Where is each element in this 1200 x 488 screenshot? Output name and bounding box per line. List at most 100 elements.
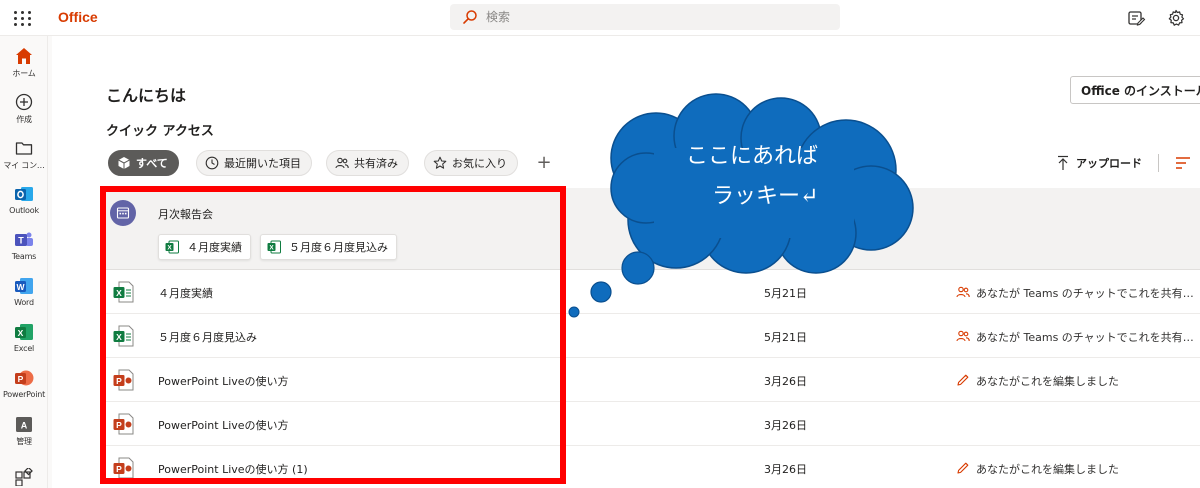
- file-row[interactable]: P PowerPoint Liveの使い方 3月26日 あなたがこれを編集しまし…: [100, 358, 1200, 402]
- rail-item-my-content[interactable]: マイ コン…: [0, 132, 48, 176]
- file-date: 3月26日: [764, 463, 807, 476]
- rail-item-label: ホーム: [12, 69, 36, 78]
- rail-item-label: 作成: [16, 115, 32, 124]
- folder-icon: [15, 142, 33, 155]
- svg-text:X: X: [18, 328, 24, 338]
- rail-item-label: PowerPoint: [2, 390, 46, 399]
- svg-text:T: T: [18, 236, 24, 246]
- rail-item-outlook[interactable]: Outlook: [0, 178, 48, 222]
- upload-button[interactable]: アップロード: [1056, 152, 1142, 174]
- filter-recent[interactable]: 最近開いた項目: [196, 150, 312, 176]
- filter-favorites[interactable]: お気に入り: [424, 150, 518, 176]
- rail-item-word[interactable]: W Word: [0, 270, 48, 314]
- admin-icon: A: [16, 417, 32, 432]
- chip-label: ４月度実績: [187, 241, 242, 254]
- file-activity: あなたがこれを編集しました: [976, 375, 1119, 388]
- svg-text:P: P: [116, 420, 122, 430]
- upload-icon: [1058, 155, 1068, 170]
- callout-text-line2: ラッキー↵: [712, 184, 819, 209]
- pencil-icon: [957, 462, 969, 474]
- create-icon: [15, 93, 33, 111]
- people-icon: [335, 157, 349, 169]
- upload-label: アップロード: [1076, 157, 1142, 170]
- cube-icon: [118, 157, 130, 169]
- meeting-file-chip[interactable]: X ４月度実績: [158, 234, 251, 260]
- app-launcher-icon[interactable]: [12, 8, 34, 28]
- rail-item-label: マイ コン…: [3, 161, 45, 170]
- file-row[interactable]: X ５月度６月度見込み 5月21日 あなたが Teams のチャットでこれを共有…: [100, 314, 1200, 358]
- chip-label: ５月度６月度見込み: [289, 241, 388, 254]
- rail-item-label: Word: [14, 298, 34, 307]
- greeting-heading: こんにちは: [106, 86, 187, 105]
- search-icon: [463, 10, 477, 24]
- file-name: PowerPoint Liveの使い方 (1): [158, 463, 308, 476]
- rail-item-excel[interactable]: X Excel: [0, 316, 48, 360]
- svg-text:X: X: [269, 245, 274, 252]
- excel-file-icon: X: [165, 240, 179, 254]
- file-row[interactable]: P PowerPoint Liveの使い方 3月26日: [100, 402, 1200, 446]
- office-brand[interactable]: Office: [58, 9, 98, 25]
- powerpoint-file-icon: P: [113, 413, 134, 435]
- rail-item-label: Teams: [11, 252, 37, 261]
- star-icon: [433, 156, 447, 169]
- excel-file-icon: X: [267, 240, 281, 254]
- file-name: PowerPoint Liveの使い方: [158, 419, 289, 432]
- powerpoint-file-icon: P: [113, 457, 134, 479]
- svg-text:P: P: [116, 464, 122, 474]
- add-filter-button[interactable]: +: [534, 150, 554, 176]
- svg-text:X: X: [167, 245, 172, 252]
- file-row[interactable]: P PowerPoint Liveの使い方 (1) 3月26日 あなたがこれを編…: [100, 446, 1200, 488]
- excel-icon: X: [15, 324, 33, 340]
- svg-text:W: W: [16, 282, 25, 292]
- search-input[interactable]: [486, 8, 826, 26]
- file-name: PowerPoint Liveの使い方: [158, 375, 289, 388]
- feedback-icon[interactable]: [1126, 8, 1146, 28]
- clock-icon: [205, 156, 219, 170]
- rail-item-admin[interactable]: A 管理: [0, 408, 48, 452]
- sort-icon[interactable]: [1174, 154, 1192, 172]
- rail-item-teams[interactable]: T Teams: [0, 224, 48, 268]
- people-icon: [956, 286, 970, 298]
- file-activity: あなたが Teams のチャットでこれを共有しました: [976, 331, 1200, 344]
- outlook-icon: [15, 187, 33, 201]
- powerpoint-file-icon: P: [113, 369, 134, 391]
- svg-text:A: A: [21, 421, 28, 431]
- filter-label: すべて: [136, 157, 168, 170]
- rail-item-powerpoint[interactable]: P PowerPoint: [0, 362, 48, 406]
- filter-label: お気に入り: [452, 157, 507, 170]
- quick-access-heading: クイック アクセス: [106, 124, 214, 139]
- excel-file-icon: X: [113, 325, 134, 347]
- search-box[interactable]: [450, 4, 840, 30]
- file-date: 3月26日: [764, 419, 807, 432]
- file-name: ４月度実績: [158, 287, 213, 300]
- settings-gear-icon[interactable]: [1166, 8, 1186, 28]
- people-icon: [956, 330, 970, 342]
- teams-icon: T: [15, 232, 33, 246]
- rail-item-label: 管理: [16, 437, 32, 446]
- rail-item-home[interactable]: ホーム: [0, 40, 48, 84]
- rail-item-label: Excel: [13, 344, 35, 353]
- pencil-icon: [957, 374, 969, 386]
- meeting-file-chip[interactable]: X ５月度６月度見込み: [260, 234, 397, 260]
- rail-item-create[interactable]: 作成: [0, 86, 48, 130]
- file-date: 3月26日: [764, 375, 807, 388]
- powerpoint-icon: P: [15, 370, 34, 386]
- callout-text-line1: ここにあれば: [686, 144, 819, 169]
- svg-text:X: X: [116, 332, 122, 342]
- file-activity: あなたがこれを編集しました: [976, 463, 1119, 476]
- filter-shared[interactable]: 共有済み: [326, 150, 409, 176]
- file-activity: あなたが Teams のチャットでこれを共有しました: [976, 287, 1200, 300]
- svg-text:X: X: [116, 288, 122, 298]
- left-rail: ホーム 作成 マイ コン… Outlook T Teams W Word X E…: [0, 36, 48, 488]
- excel-file-icon: X: [113, 281, 134, 303]
- home-icon: [16, 48, 32, 64]
- filter-all[interactable]: すべて: [108, 150, 179, 176]
- calendar-icon: [110, 200, 136, 226]
- toolbar-divider: [1158, 154, 1159, 172]
- svg-text:P: P: [18, 374, 24, 384]
- rail-item-label: Outlook: [9, 206, 39, 215]
- filter-label: 共有済み: [354, 157, 398, 170]
- install-office-button[interactable]: Office のインストール: [1070, 76, 1200, 104]
- file-date: 5月21日: [764, 331, 807, 344]
- apps-icon[interactable]: [14, 468, 34, 486]
